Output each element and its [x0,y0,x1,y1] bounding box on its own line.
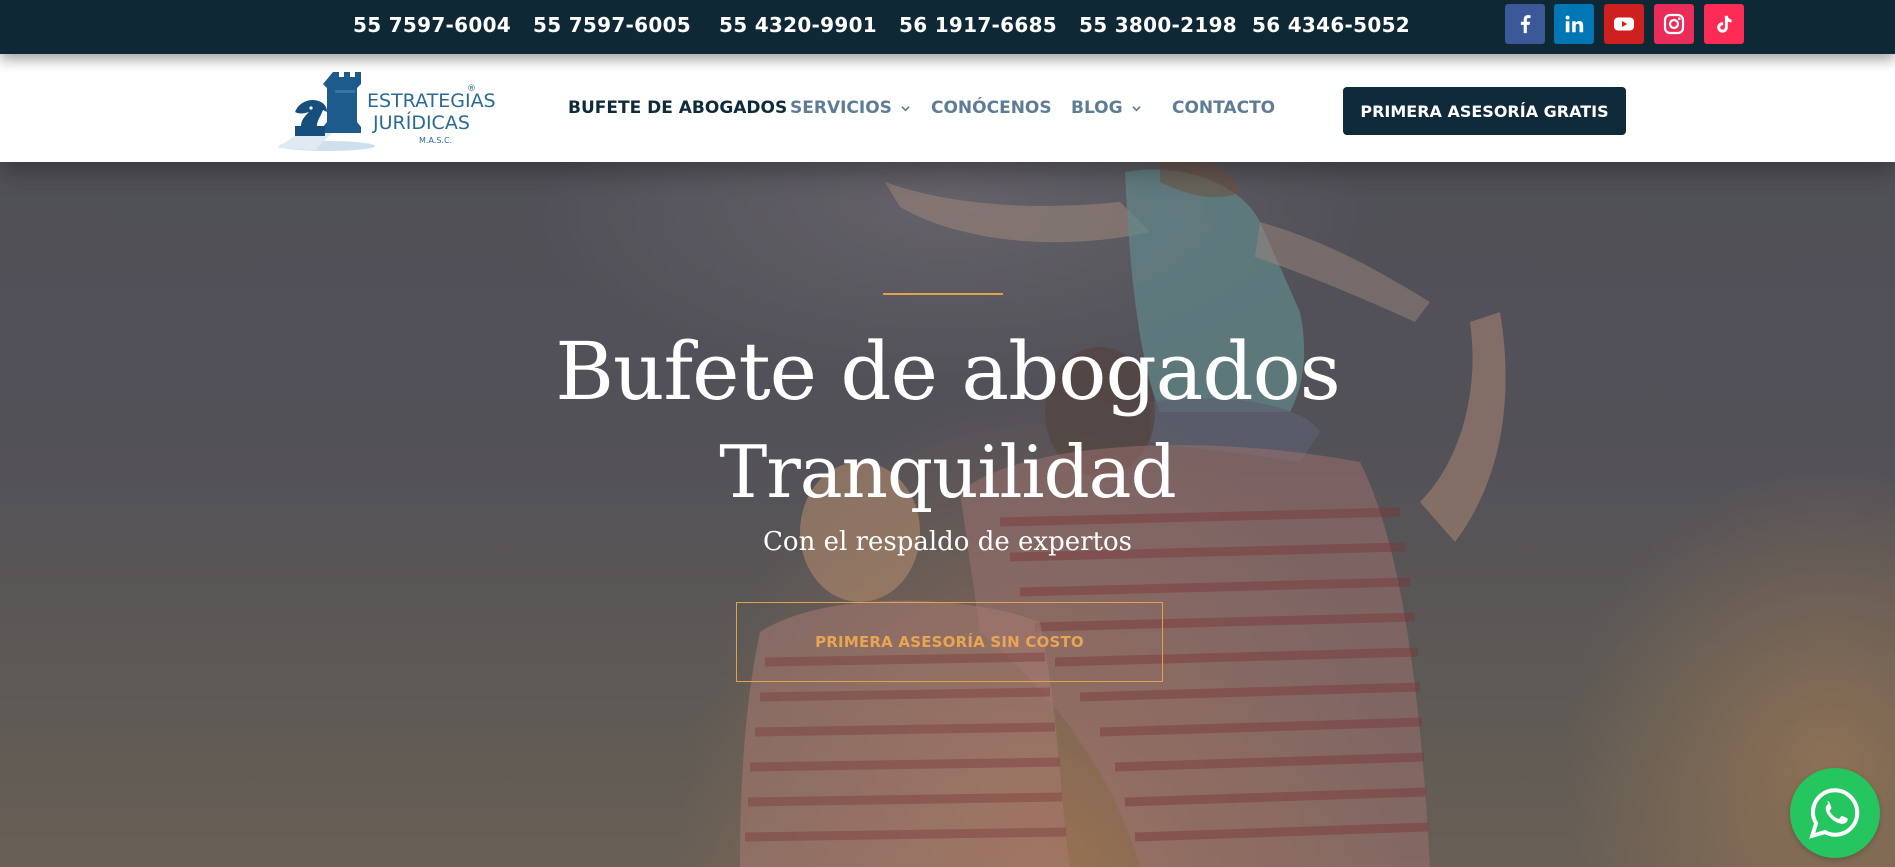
site-logo[interactable]: ® ESTRATEGIAS JURÍDICAS M.A.S.C. [275,68,496,152]
logo-tagline: M.A.S.C. [419,136,453,145]
top-contact-bar: 55 7597-6004 55 7597-6005 55 4320-9901 5… [0,0,1895,54]
logo-word-juridicas: JURÍDICAS [373,112,470,134]
phone-link-4[interactable]: 56 1917-6685 [899,13,1057,37]
nav-label: BUFETE DE ABOGADOS [568,98,788,118]
free-consultation-button[interactable]: PRIMERA ASESORÍA GRATIS [1343,87,1626,135]
youtube-icon [1614,17,1634,31]
hero-title-line-2: Tranquilidad [719,430,1176,514]
chess-logo-icon [277,72,375,151]
phone-link-1[interactable]: 55 7597-6004 [353,13,511,37]
facebook-icon [1520,15,1531,34]
nav-bufete-de-abogados[interactable]: BUFETE DE ABOGADOS [568,97,787,119]
youtube-link[interactable] [1604,4,1644,44]
nav-contacto[interactable]: CONTACTO [1172,97,1275,119]
hero-section: Bufete de abogados Tranquilidad Con el r… [0,162,1895,867]
facebook-link[interactable] [1505,4,1545,44]
instagram-link[interactable] [1654,4,1694,44]
phone-link-2[interactable]: 55 7597-6005 [533,13,691,37]
nav-servicios[interactable]: SERVICIOS [790,97,910,119]
logo-word-estrategias: ESTRATEGIAS [367,90,496,112]
chevron-down-icon [1131,105,1141,111]
nav-blog[interactable]: BLOG [1071,97,1141,119]
phone-link-6[interactable]: 56 4346-5052 [1252,13,1410,37]
whatsapp-button[interactable] [1790,768,1880,858]
nav-conocenos[interactable]: CONÓCENOS [931,97,1052,119]
tiktok-link[interactable] [1704,4,1744,44]
nav-label: SERVICIOS [790,98,892,118]
tiktok-icon [1717,15,1732,33]
hero-subtitle: Con el respaldo de expertos [763,527,1132,557]
linkedin-icon [1565,15,1584,33]
whatsapp-icon [1809,788,1860,839]
site-header: ® ESTRATEGIAS JURÍDICAS M.A.S.C. BUFETE … [0,54,1895,162]
nav-label: BLOG [1071,98,1123,118]
nav-label: CONTACTO [1172,98,1276,118]
instagram-icon [1663,13,1685,35]
nav-label: CONÓCENOS [931,98,1052,118]
hero-accent-line [883,293,1003,295]
phone-link-3[interactable]: 55 4320-9901 [719,13,877,37]
hero-consultation-button[interactable]: PRIMERA ASESORÍA SIN COSTO [736,602,1163,682]
hero-title-line-1: Bufete de abogados [555,325,1341,418]
phone-link-5[interactable]: 55 3800-2198 [1079,13,1237,37]
chevron-down-icon [901,105,910,111]
linkedin-link[interactable] [1554,4,1594,44]
